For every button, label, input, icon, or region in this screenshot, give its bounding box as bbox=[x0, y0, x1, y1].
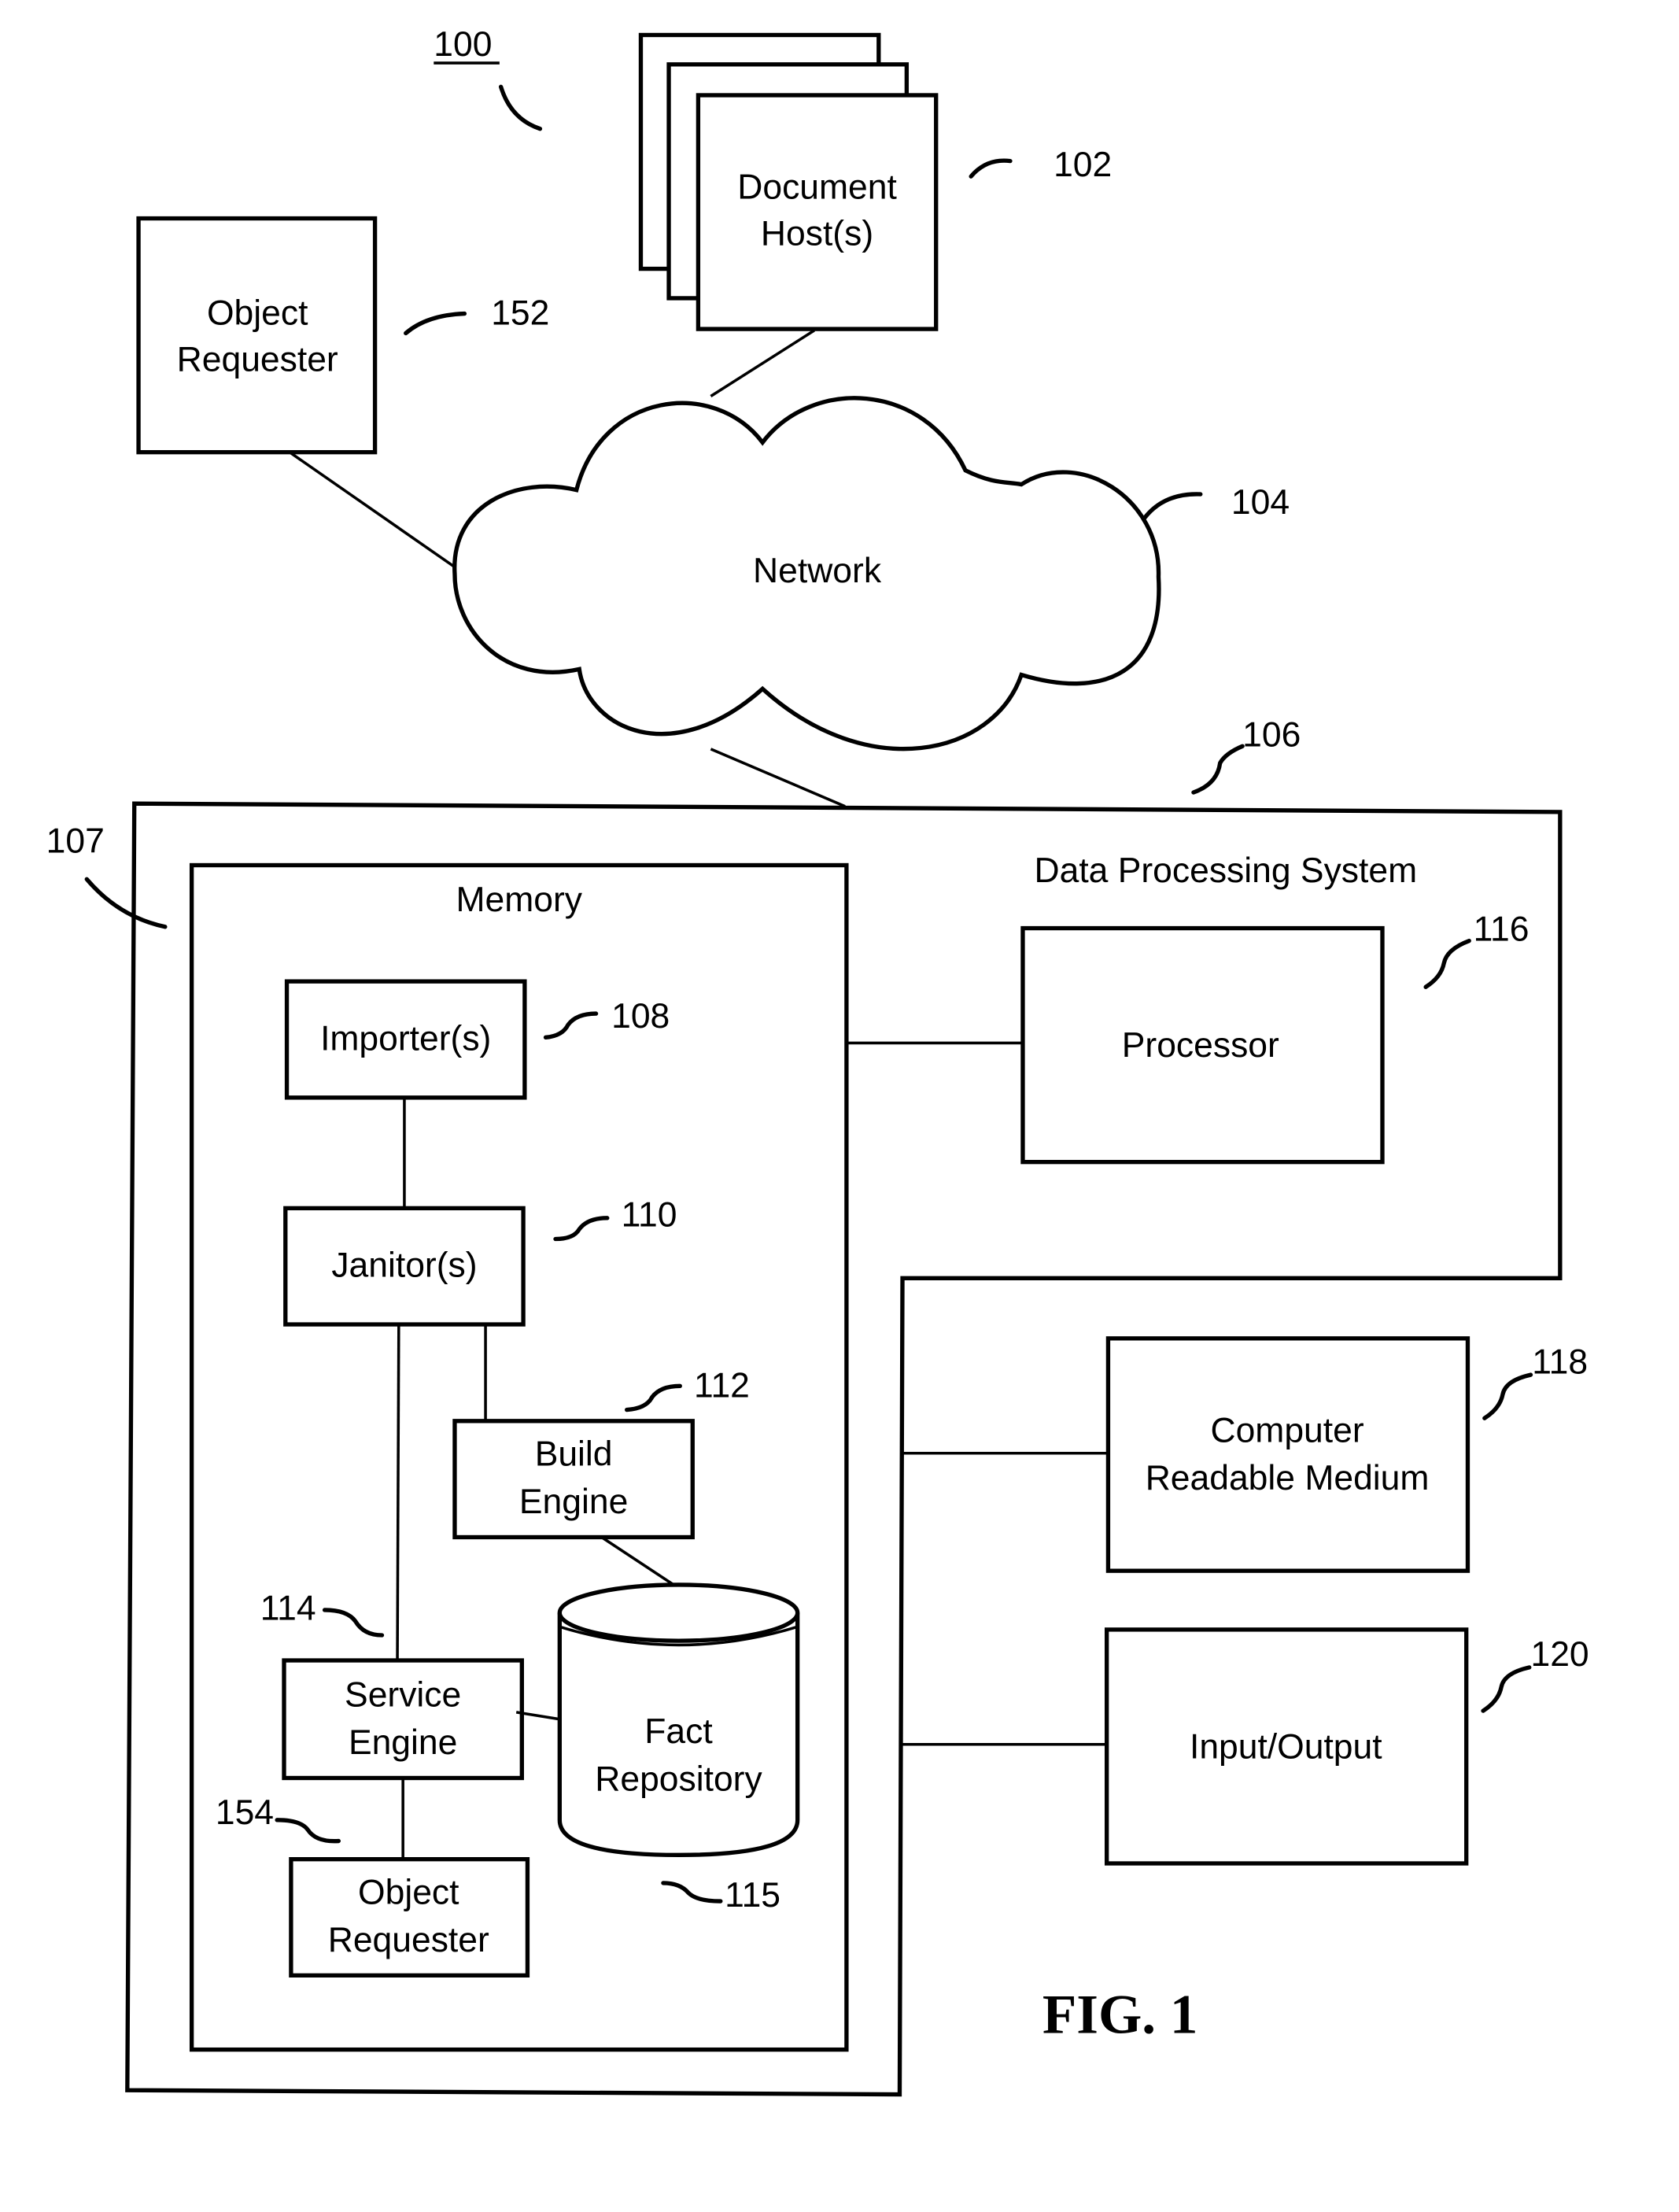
input-output-leader bbox=[1481, 1665, 1532, 1713]
memory-label: Memory bbox=[456, 881, 583, 919]
service-engine[interactable]: Service Engine 114 bbox=[260, 1589, 524, 1781]
data-processing-system-label: Data Processing System bbox=[1035, 851, 1418, 890]
build-engine-ref: 112 bbox=[694, 1367, 750, 1405]
fact-repository-leader bbox=[661, 1881, 723, 1904]
system-ref-100: 100 bbox=[434, 25, 543, 131]
fact-repository-top bbox=[557, 1582, 800, 1643]
processor[interactable]: Processor 116 bbox=[1020, 910, 1530, 1165]
processor-ref: 116 bbox=[1474, 910, 1530, 949]
build-engine-label-line1: Build bbox=[535, 1435, 613, 1474]
service-engine-label-line2: Engine bbox=[349, 1723, 457, 1762]
janitors-label: Janitor(s) bbox=[331, 1246, 477, 1285]
build-engine[interactable]: Build Engine 112 bbox=[452, 1367, 750, 1540]
computer-readable-medium-label-line2: Readable Medium bbox=[1146, 1459, 1430, 1497]
object-requester-external-box[interactable] bbox=[136, 216, 378, 455]
data-processing-system-leader bbox=[1191, 744, 1245, 795]
document-hosts[interactable]: Document Host(s) 102 bbox=[638, 32, 1112, 331]
document-hosts-label-line1: Document bbox=[737, 168, 897, 207]
computer-readable-medium-label-line1: Computer bbox=[1210, 1411, 1363, 1449]
input-output-ref: 120 bbox=[1530, 1635, 1589, 1674]
network-label: Network bbox=[753, 552, 882, 590]
system-ref-leader bbox=[498, 84, 543, 131]
janitors-ref: 110 bbox=[622, 1195, 677, 1234]
input-output[interactable]: Input/Output 120 bbox=[1104, 1627, 1589, 1866]
input-output-label: Input/Output bbox=[1190, 1728, 1382, 1767]
computer-readable-medium[interactable]: Computer Readable Medium 118 bbox=[1105, 1336, 1588, 1573]
fact-repository-label-line1: Fact bbox=[644, 1712, 713, 1751]
figure-caption: FIG. 1 bbox=[1042, 1984, 1198, 2045]
janitors[interactable]: Janitor(s) 110 bbox=[283, 1195, 677, 1327]
link-network-object-requester bbox=[289, 451, 456, 569]
link-network-document-hosts bbox=[710, 329, 815, 397]
link-janitors-service-engine bbox=[396, 1324, 400, 1661]
fact-repository-ref: 115 bbox=[725, 1876, 780, 1915]
computer-readable-medium-ref: 118 bbox=[1532, 1342, 1588, 1381]
object-requester-external-label-line2: Requester bbox=[177, 340, 338, 379]
importers[interactable]: Importer(s) 108 bbox=[284, 979, 670, 1100]
link-build-engine-fact-repository bbox=[600, 1535, 677, 1588]
object-requester-external-label-line1: Object bbox=[207, 294, 308, 333]
document-hosts-leader bbox=[969, 158, 1013, 179]
service-engine-leader bbox=[322, 1608, 385, 1638]
processor-label: Processor bbox=[1122, 1026, 1279, 1065]
outer-ref-107: 107 bbox=[46, 822, 105, 860]
link-network-data-processing-system bbox=[710, 748, 846, 808]
document-hosts-ref: 102 bbox=[1054, 146, 1112, 184]
build-engine-leader bbox=[625, 1383, 682, 1413]
computer-readable-medium-box[interactable] bbox=[1105, 1336, 1471, 1573]
document-host-front[interactable] bbox=[696, 93, 939, 331]
object-requester-internal-ref: 154 bbox=[216, 1793, 274, 1832]
fact-repository[interactable]: Fact Repository 115 bbox=[557, 1582, 800, 1915]
janitors-leader bbox=[553, 1216, 610, 1242]
object-requester-internal-label-line2: Requester bbox=[328, 1921, 489, 1959]
system-ref-label: 100 bbox=[434, 25, 492, 64]
processor-leader bbox=[1423, 938, 1471, 989]
data-processing-system-ref: 106 bbox=[1242, 715, 1301, 754]
network[interactable]: Network 104 bbox=[452, 396, 1290, 751]
service-engine-label-line1: Service bbox=[345, 1676, 461, 1715]
network-ref: 104 bbox=[1231, 483, 1290, 522]
object-requester-external-leader bbox=[404, 311, 467, 336]
fact-repository-label-line2: Repository bbox=[595, 1760, 762, 1798]
build-engine-label-line2: Engine bbox=[519, 1483, 628, 1521]
importers-ref: 108 bbox=[611, 997, 670, 1036]
object-requester-internal-label-line1: Object bbox=[358, 1874, 459, 1912]
object-requester-internal-leader bbox=[275, 1818, 341, 1844]
document-hosts-label-line2: Host(s) bbox=[761, 214, 873, 253]
object-requester-internal[interactable]: Object Requester 154 bbox=[216, 1793, 530, 1978]
importers-label: Importer(s) bbox=[320, 1019, 491, 1058]
patent-figure: 100 Document Host(s) 102 Object Requeste… bbox=[46, 25, 1589, 2097]
object-requester-external-ref: 152 bbox=[491, 294, 549, 333]
outer-ref-107-leader bbox=[84, 877, 168, 929]
computer-readable-medium-leader bbox=[1482, 1372, 1533, 1420]
importers-leader bbox=[543, 1011, 599, 1040]
object-requester-external[interactable]: Object Requester 152 bbox=[136, 216, 549, 455]
service-engine-ref: 114 bbox=[260, 1589, 316, 1627]
network-leader bbox=[1142, 492, 1203, 520]
